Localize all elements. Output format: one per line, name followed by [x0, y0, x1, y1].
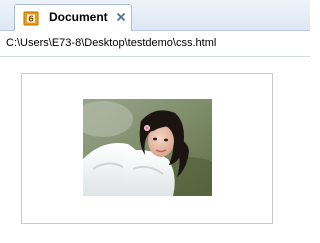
close-icon[interactable]	[115, 11, 127, 23]
browser-window: 6 Document C:\Users\E73-8\Desktop\testde…	[0, 0, 310, 243]
svg-text:6: 6	[28, 15, 34, 24]
html5-badge-icon: 6	[23, 11, 39, 26]
tab-label: Document	[49, 10, 108, 24]
tab-document[interactable]: 6 Document	[14, 4, 132, 31]
page-content-frame	[21, 73, 273, 224]
divider	[0, 56, 310, 57]
address-path: C:\Users\E73-8\Desktop\testdemo\css.html	[6, 37, 217, 49]
photo-of-girl-icon	[83, 99, 212, 196]
tab-strip: 6 Document	[0, 0, 310, 31]
